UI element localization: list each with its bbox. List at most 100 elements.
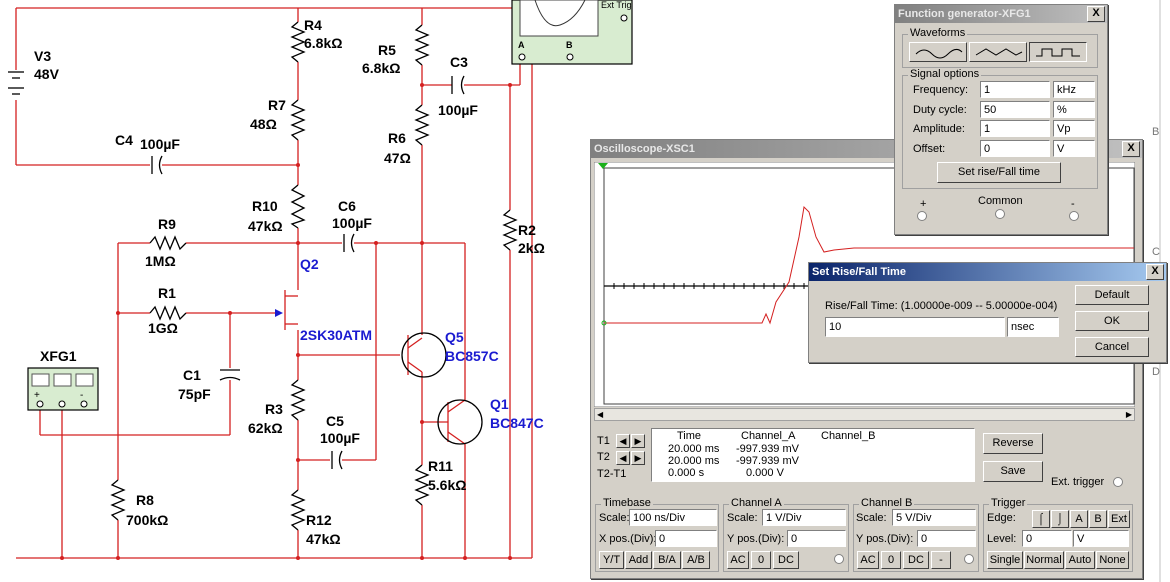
mode-ab-button[interactable]: A/B — [682, 551, 710, 569]
channel-a-scale-label: Scale: — [727, 512, 758, 524]
channel-b-terminal[interactable] — [964, 554, 974, 564]
c6-ref: C6 — [338, 198, 356, 214]
t1-left-arrow-icon[interactable]: ◀ — [616, 434, 630, 448]
ruler-b: B — [1152, 126, 1160, 138]
function-generator-window[interactable]: Function generator-XFG1 X Waveforms Sign… — [894, 4, 1108, 235]
duty-cycle-label: Duty cycle: — [913, 104, 967, 116]
mode-yt-button[interactable]: Y/T — [599, 551, 624, 569]
q5-ref: Q5 — [445, 329, 464, 345]
frequency-field[interactable]: 1 — [980, 81, 1050, 98]
mode-add-button[interactable]: Add — [625, 551, 652, 569]
channel-b-ypos-label: Y pos.(Div): — [856, 533, 914, 545]
channel-b-ac-button[interactable]: AC — [857, 551, 879, 569]
channel-a-ypos-label: Y pos.(Div): — [727, 533, 785, 545]
rise-fall-dialog-close-button[interactable]: X — [1146, 264, 1164, 280]
r4-value: 6.8kΩ — [304, 35, 343, 51]
channel-a-terminal[interactable] — [834, 554, 844, 564]
scroll-left-icon[interactable]: ◀ — [597, 409, 603, 420]
reverse-button[interactable]: Reverse — [983, 433, 1043, 454]
rise-fall-dialog-titlebar[interactable]: Set Rise/Fall Time X — [809, 263, 1166, 281]
trigger-auto-button[interactable]: Auto — [1065, 551, 1095, 569]
triangle-wave-icon[interactable] — [969, 42, 1027, 62]
timebase-xpos-field[interactable]: 0 — [655, 530, 717, 547]
channel-b-dc-button[interactable]: DC — [903, 551, 929, 569]
r9-ref: R9 — [158, 216, 176, 232]
xfg1-plus: + — [34, 390, 40, 401]
trigger-none-button[interactable]: None — [1096, 551, 1129, 569]
ext-trigger-terminal[interactable] — [1113, 477, 1123, 487]
plus-terminal[interactable] — [917, 211, 927, 221]
frequency-unit[interactable]: kHz — [1053, 81, 1095, 98]
edge-ext-button[interactable]: Ext — [1108, 510, 1130, 528]
screen-scrollbar[interactable]: ◀ ▶ — [594, 408, 1135, 421]
rise-fall-unit-field[interactable]: nsec — [1007, 317, 1059, 337]
trigger-single-button[interactable]: Single — [987, 551, 1023, 569]
scope-a-terminal: A — [518, 40, 525, 50]
c4-value: 100µF — [140, 136, 180, 152]
function-generator-close-button[interactable]: X — [1087, 6, 1105, 22]
edge-b-button[interactable]: B — [1089, 510, 1107, 528]
oscilloscope-close-button[interactable]: X — [1122, 141, 1140, 157]
timebase-scale-label: Scale: — [599, 512, 630, 524]
sine-wave-icon[interactable] — [909, 42, 967, 62]
c5-value: 100µF — [320, 430, 360, 446]
q5-part: BC857C — [445, 348, 499, 364]
v3-ref: V3 — [34, 48, 52, 64]
trigger-level-unit[interactable]: V — [1073, 530, 1129, 547]
t2-right-arrow-icon[interactable]: ▶ — [631, 451, 645, 465]
scope-ext-trig-label: Ext Trig — [601, 0, 632, 10]
cancel-button[interactable]: Cancel — [1075, 337, 1149, 357]
r3-ref: R3 — [265, 401, 283, 417]
channel-b-zero-button[interactable]: 0 — [881, 551, 901, 569]
duty-cycle-field[interactable]: 50 — [980, 101, 1050, 118]
t1-right-arrow-icon[interactable]: ▶ — [631, 434, 645, 448]
minus-terminal[interactable] — [1069, 211, 1079, 221]
rise-fall-dialog-title: Set Rise/Fall Time — [812, 266, 906, 278]
trigger-edge-label: Edge: — [987, 512, 1016, 524]
r7-value: 48Ω — [250, 116, 277, 132]
t2-left-arrow-icon[interactable]: ◀ — [616, 451, 630, 465]
default-button[interactable]: Default — [1075, 285, 1149, 305]
c1-ref: C1 — [183, 367, 201, 383]
readout-header-time: Time — [677, 430, 702, 442]
rise-fall-dialog[interactable]: Set Rise/Fall Time X Rise/Fall Time: (1.… — [808, 262, 1167, 363]
ruler-d: D — [1152, 366, 1160, 378]
scroll-right-icon[interactable]: ▶ — [1126, 409, 1132, 420]
c5-ref: C5 — [326, 413, 344, 429]
trigger-level-field[interactable]: 0 — [1022, 530, 1072, 547]
channel-a-zero-button[interactable]: 0 — [751, 551, 771, 569]
function-generator-titlebar[interactable]: Function generator-XFG1 X — [895, 5, 1107, 23]
common-terminal[interactable] — [995, 209, 1005, 219]
edge-falling-icon[interactable]: ⌡ — [1051, 510, 1069, 528]
amplitude-unit[interactable]: Vp — [1053, 120, 1095, 137]
rise-fall-value-field[interactable]: 10 — [825, 317, 1005, 337]
cursor-readout-panel: Time Channel_A Channel_B 20.000 ms -997.… — [651, 428, 975, 482]
edge-a-button[interactable]: A — [1070, 510, 1088, 528]
square-wave-icon[interactable] — [1029, 42, 1087, 62]
mode-ba-button[interactable]: B/A — [653, 551, 681, 569]
c4-ref: C4 — [115, 132, 133, 148]
readout-header-channel-a: Channel_A — [741, 430, 796, 442]
ok-button[interactable]: OK — [1075, 311, 1149, 331]
r2-value: 2kΩ — [518, 240, 545, 256]
edge-rising-icon[interactable]: ⌠ — [1032, 510, 1050, 528]
function-generator-title: Function generator-XFG1 — [898, 8, 1031, 20]
t2-channel-a: -997.939 mV — [736, 455, 799, 467]
offset-field[interactable]: 0 — [980, 140, 1050, 157]
trigger-normal-button[interactable]: Normal — [1024, 551, 1064, 569]
amplitude-field[interactable]: 1 — [980, 120, 1050, 137]
channel-a-scale-field[interactable]: 1 V/Div — [762, 509, 846, 526]
t2-time: 20.000 ms — [668, 455, 720, 467]
channel-a-dc-button[interactable]: DC — [773, 551, 799, 569]
timebase-title: Timebase — [601, 497, 653, 509]
timebase-scale-field[interactable]: 100 ns/Div — [629, 509, 717, 526]
channel-b-scale-field[interactable]: 5 V/Div — [892, 509, 976, 526]
set-rise-fall-time-button[interactable]: Set rise/Fall time — [937, 162, 1061, 183]
save-button[interactable]: Save — [983, 461, 1043, 482]
channel-b-ypos-field[interactable]: 0 — [917, 530, 976, 547]
offset-unit[interactable]: V — [1053, 140, 1095, 157]
channel-a-ac-button[interactable]: AC — [727, 551, 749, 569]
duty-cycle-unit[interactable]: % — [1053, 101, 1095, 118]
channel-a-ypos-field[interactable]: 0 — [787, 530, 846, 547]
channel-b-minus-button[interactable]: - — [931, 551, 951, 569]
